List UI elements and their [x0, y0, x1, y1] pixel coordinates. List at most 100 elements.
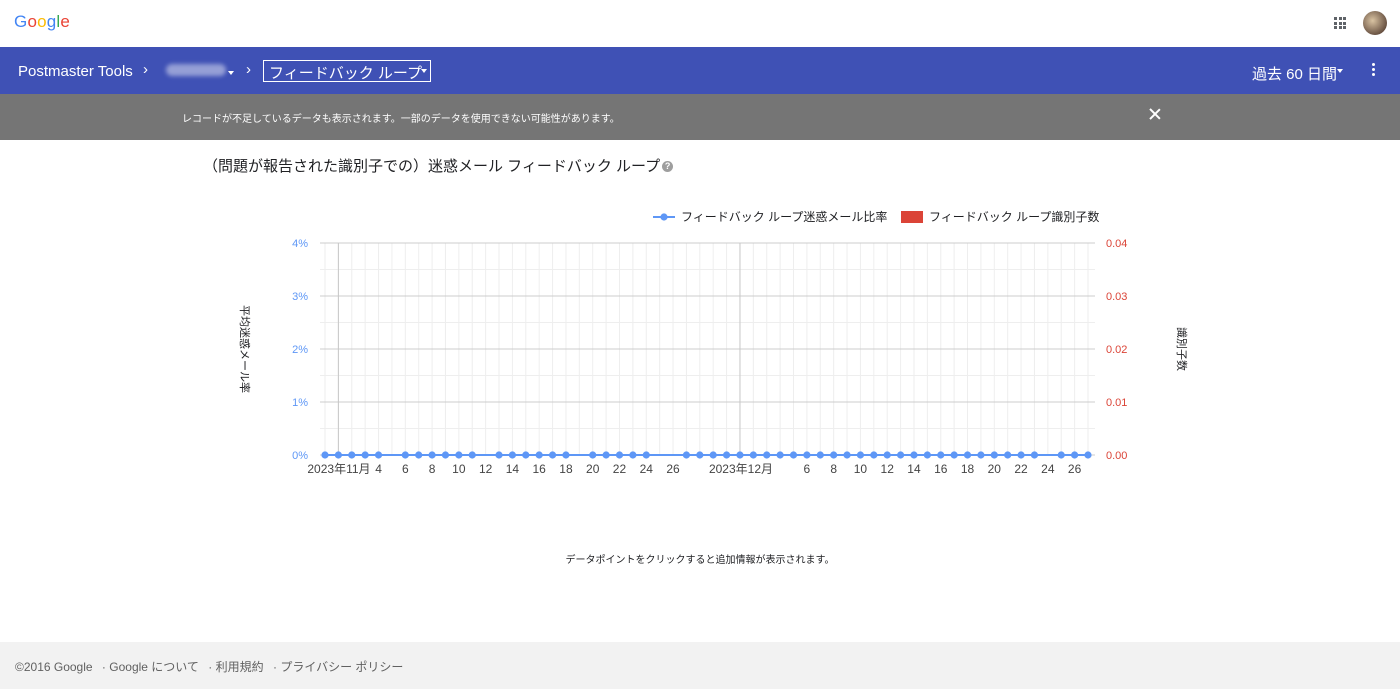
y-left-tick-label: 2% [292, 344, 308, 356]
data-point[interactable] [963, 451, 972, 459]
y-right-tick-label: 0.02 [1106, 344, 1127, 356]
x-tick-label: 26 [666, 462, 680, 476]
footer-separator: · [101, 660, 106, 674]
y-right-axis-title: 識別子数 [1175, 327, 1188, 371]
x-tick-label: 20 [586, 462, 600, 476]
data-point[interactable] [990, 451, 998, 459]
y-right-tick-label: 0.00 [1106, 450, 1127, 462]
data-point[interactable] [615, 451, 624, 459]
x-tick-label: 24 [640, 462, 654, 476]
data-point[interactable] [562, 451, 570, 459]
x-tick-label: 12 [479, 462, 493, 476]
x-tick-label: 14 [506, 462, 520, 476]
x-tick-label: 4 [375, 462, 382, 476]
footer-separator: · [272, 660, 277, 674]
data-point[interactable] [856, 451, 865, 459]
data-point[interactable] [950, 451, 958, 459]
x-tick-label: 2023年12月 [709, 462, 773, 476]
x-tick-label: 22 [1014, 462, 1028, 476]
x-tick-label: 24 [1041, 462, 1055, 476]
data-point[interactable] [522, 451, 530, 459]
data-point[interactable] [642, 451, 650, 459]
footer-separator: · [208, 660, 213, 674]
x-tick-label: 2023年11月 [307, 462, 370, 476]
data-point[interactable] [816, 451, 824, 459]
footer-link-terms[interactable]: 利用規約 [216, 660, 264, 674]
x-tick-label: 6 [402, 462, 409, 476]
legend-swatch-dot [660, 213, 668, 221]
data-point[interactable] [374, 451, 383, 459]
x-tick-label: 20 [988, 462, 1002, 476]
data-point[interactable] [495, 451, 503, 459]
data-point[interactable] [870, 451, 878, 459]
data-point[interactable] [896, 451, 905, 459]
chart-hint: データポイントをクリックすると追加情報が表示されます。 [565, 555, 835, 566]
data-point[interactable] [1004, 451, 1012, 459]
data-point[interactable] [883, 451, 891, 459]
data-point[interactable] [696, 451, 704, 459]
data-point[interactable] [937, 451, 945, 459]
x-tick-label: 8 [830, 462, 837, 476]
y-right-tick-label: 0.03 [1106, 291, 1127, 303]
data-point[interactable] [776, 451, 784, 459]
data-point[interactable] [722, 451, 731, 459]
data-point[interactable] [629, 451, 637, 459]
data-point[interactable] [910, 451, 918, 459]
x-tick-label: 10 [854, 462, 868, 476]
y-right-tick-label: 0.04 [1106, 238, 1127, 250]
data-point[interactable] [535, 451, 543, 459]
data-point[interactable] [1017, 451, 1025, 459]
x-tick-label: 14 [907, 462, 921, 476]
x-tick-label: 26 [1068, 462, 1082, 476]
data-point[interactable] [428, 451, 436, 459]
data-point[interactable] [830, 451, 838, 459]
y-left-tick-label: 4% [292, 238, 308, 250]
data-point[interactable] [736, 451, 744, 459]
footer-link-privacy[interactable]: プライバシー ポリシー [280, 660, 403, 674]
data-point[interactable] [1071, 451, 1079, 459]
x-tick-label: 6 [804, 462, 811, 476]
data-point[interactable] [415, 451, 423, 459]
data-point[interactable] [441, 451, 450, 459]
x-tick-label: 10 [452, 462, 466, 476]
y-left-axis-title: 平均迷惑メール率 [238, 305, 252, 393]
footer: ©2016 Google · Google について · 利用規約 · プライバ… [0, 642, 1400, 689]
data-point[interactable] [682, 451, 691, 459]
data-point[interactable] [321, 451, 329, 459]
data-point[interactable] [508, 451, 517, 459]
data-point[interactable] [763, 451, 771, 459]
x-tick-label: 18 [961, 462, 975, 476]
data-point[interactable] [749, 451, 757, 459]
x-tick-label: 16 [934, 462, 948, 476]
data-point[interactable] [589, 451, 597, 459]
y-left-tick-label: 3% [292, 291, 308, 303]
data-point[interactable] [843, 451, 851, 459]
data-point[interactable] [455, 451, 463, 459]
data-point[interactable] [468, 451, 476, 459]
data-point[interactable] [709, 451, 717, 459]
legend-label-spam-rate: フィードバック ループ迷惑メール比率 [681, 209, 887, 224]
data-point[interactable] [789, 451, 798, 459]
data-point[interactable] [348, 451, 356, 459]
data-point[interactable] [803, 451, 811, 459]
data-point[interactable] [1057, 451, 1065, 459]
data-point[interactable] [602, 451, 610, 459]
data-point[interactable] [1084, 451, 1092, 459]
x-tick-label: 22 [613, 462, 627, 476]
data-point[interactable] [923, 451, 931, 459]
footer-link-about[interactable]: Google について [109, 660, 199, 674]
data-point[interactable] [334, 451, 342, 459]
legend-label-identifier-count: フィードバック ループ識別子数 [929, 209, 1099, 224]
legend-swatch-box [901, 211, 923, 223]
data-point[interactable] [977, 451, 985, 459]
data-point[interactable] [1030, 451, 1039, 459]
x-tick-label: 16 [532, 462, 546, 476]
data-point[interactable] [361, 451, 369, 459]
y-left-tick-label: 1% [292, 397, 308, 409]
spam-feedback-chart: 0% 1% 2% 3% 4% 0.00 0.01 0.02 0.03 0.04 平均迷惑メール率 識別… [238, 209, 1188, 476]
x-tick-label: 12 [881, 462, 895, 476]
data-point[interactable] [548, 451, 557, 459]
y-right-tick-label: 0.01 [1106, 397, 1127, 409]
data-point[interactable] [401, 451, 409, 459]
x-tick-label: 18 [559, 462, 573, 476]
